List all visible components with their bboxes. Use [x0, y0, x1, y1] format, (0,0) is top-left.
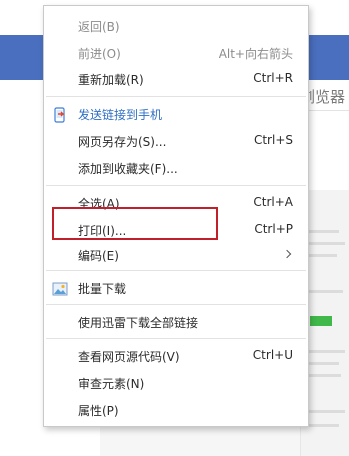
menu-item-view-source[interactable]: 查看网页源代码(V) Ctrl+U: [44, 345, 308, 369]
menu-item-label: 编码(E): [78, 249, 119, 263]
print-highlight-box: [52, 207, 218, 240]
menu-item-label: 属性(P): [78, 404, 119, 418]
phone-send-icon: [52, 107, 68, 123]
menu-item-label: 添加到收藏夹(F)...: [78, 162, 178, 176]
menu-item-label: 使用迅雷下载全部链接: [78, 316, 199, 330]
menu-item-thunder-download[interactable]: 使用迅雷下载全部链接: [44, 311, 308, 335]
menu-item-label: 重新加载(R): [78, 73, 144, 87]
menu-item-label: 发送链接到手机: [78, 108, 163, 122]
image-download-icon: [52, 281, 68, 297]
menu-item-properties[interactable]: 属性(P): [44, 399, 308, 423]
menu-separator: [46, 270, 306, 271]
menu-item-label: 审查元素(N): [78, 377, 145, 391]
chevron-right-icon: [282, 249, 292, 259]
menu-item-shortcut: Ctrl+A: [253, 195, 293, 209]
menu-item-label: 批量下载: [78, 282, 127, 296]
menu-item-shortcut: Ctrl+U: [252, 348, 293, 362]
menu-item-add-favorite[interactable]: 添加到收藏夹(F)...: [44, 157, 308, 181]
menu-item-shortcut: Ctrl+S: [253, 133, 293, 147]
menu-item-batch-download[interactable]: 批量下载: [44, 277, 308, 301]
menu-item-encoding[interactable]: 编码(E): [44, 244, 308, 268]
menu-separator: [46, 96, 306, 97]
menu-item-label: 查看网页源代码(V): [78, 350, 180, 364]
menu-item-shortcut: Ctrl+R: [253, 71, 293, 85]
menu-item-save-as[interactable]: 网页另存为(S)... Ctrl+S: [44, 130, 308, 154]
menu-item-back[interactable]: 返回(B): [44, 15, 308, 39]
menu-item-label: 网页另存为(S)...: [78, 135, 167, 149]
menu-item-shortcut: Ctrl+P: [254, 222, 293, 236]
menu-item-shortcut: Alt+向右箭头: [218, 47, 293, 61]
menu-item-label: 返回(B): [78, 20, 120, 34]
menu-item-forward[interactable]: 前进(O) Alt+向右箭头: [44, 42, 308, 66]
menu-item-label: 前进(O): [78, 47, 121, 61]
menu-separator: [46, 338, 306, 339]
menu-item-send-to-phone[interactable]: 发送链接到手机: [44, 103, 308, 127]
menu-separator: [46, 304, 306, 305]
background-green-button: [310, 316, 332, 326]
menu-separator: [46, 185, 306, 186]
menu-item-reload[interactable]: 重新加载(R) Ctrl+R: [44, 68, 308, 92]
menu-item-inspect-element[interactable]: 审查元素(N): [44, 372, 308, 396]
